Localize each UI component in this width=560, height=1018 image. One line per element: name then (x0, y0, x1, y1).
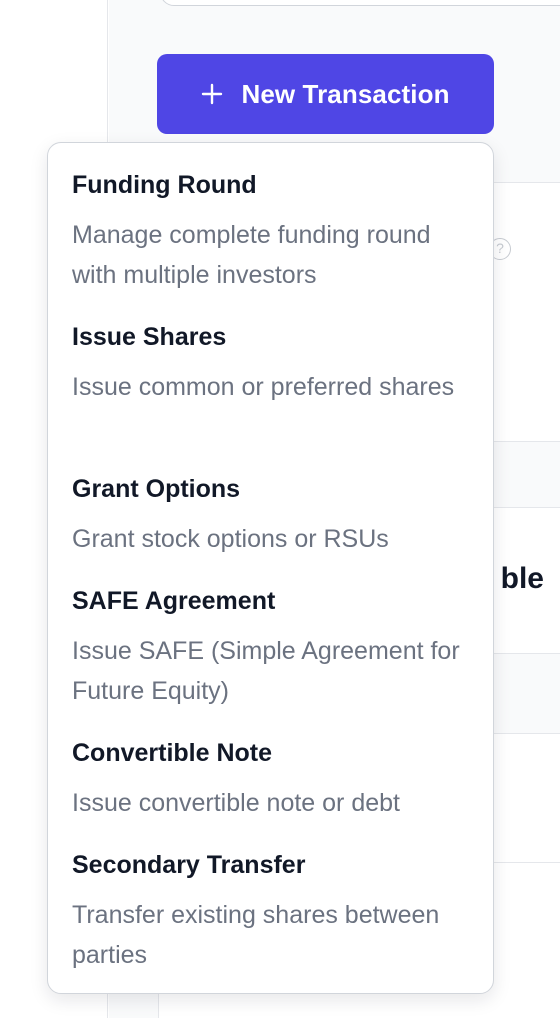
menu-item-description: Grant stock options or RSUs (72, 525, 389, 553)
new-transaction-label: New Transaction (241, 78, 450, 109)
menu-item-title: Issue Shares (72, 323, 227, 351)
menu-item-description: Issue convertible note or debt (72, 789, 400, 817)
menu-item-title: Secondary Transfer (72, 851, 306, 879)
menu-item-title: Funding Round (72, 171, 257, 199)
search-input[interactable] (160, 0, 560, 6)
menu-item-secondary-transfer[interactable]: Secondary Transfer Transfer existing sha… (72, 849, 477, 975)
menu-item-issue-shares[interactable]: Issue Shares Issue common or preferred s… (72, 321, 477, 407)
plus-icon (202, 83, 223, 105)
new-transaction-menu: Funding Round Manage complete funding ro… (47, 142, 494, 994)
menu-item-description: Issue SAFE (Simple Agreement for Future … (72, 637, 460, 705)
menu-item-title: SAFE Agreement (72, 587, 276, 615)
menu-item-safe-agreement[interactable]: SAFE Agreement Issue SAFE (Simple Agreem… (72, 585, 477, 711)
menu-item-grant-options[interactable]: Grant Options Grant stock options or RSU… (72, 473, 477, 559)
app-screen: ? ble New Transaction Funding Round Mana… (0, 0, 560, 1018)
menu-item-description: Transfer existing shares between parties (72, 901, 440, 969)
menu-item-funding-round[interactable]: Funding Round Manage complete funding ro… (72, 169, 477, 295)
menu-item-title: Grant Options (72, 475, 241, 503)
new-transaction-button[interactable]: New Transaction (157, 54, 494, 134)
menu-item-convertible-note[interactable]: Convertible Note Issue convertible note … (72, 737, 477, 823)
menu-item-description: Issue common or preferred shares (72, 373, 455, 401)
menu-item-title: Convertible Note (72, 739, 273, 767)
menu-item-description: Manage complete funding round with multi… (72, 221, 431, 289)
